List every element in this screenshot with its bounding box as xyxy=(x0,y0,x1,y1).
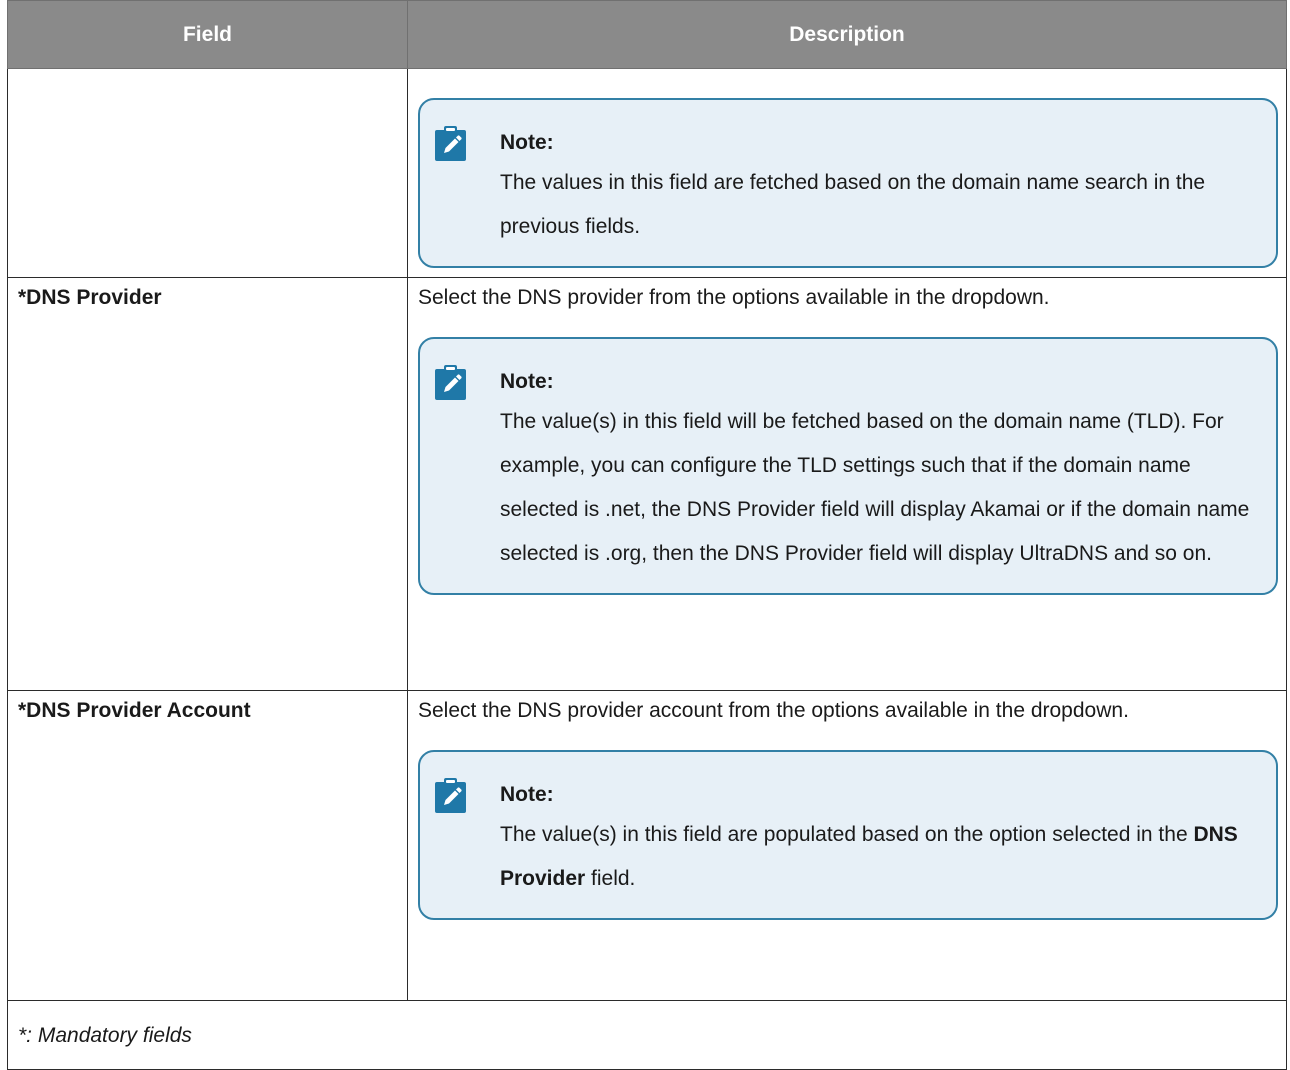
header-field: Field xyxy=(7,0,408,69)
description-cell: Note: The values in this field are fetch… xyxy=(407,68,1287,278)
note-title: Note: xyxy=(500,783,554,806)
description-text: Select the DNS provider from the options… xyxy=(418,286,1050,309)
description-cell: Select the DNS provider account from the… xyxy=(407,690,1287,1001)
field-cell: *DNS Provider Account xyxy=(7,690,408,1001)
note-text: The value(s) in this field are populated… xyxy=(500,813,1252,901)
header-description: Description xyxy=(407,0,1287,69)
table-row: *DNS Provider Account Select the DNS pro… xyxy=(7,690,1287,1001)
table-row: *DNS Provider Select the DNS provider fr… xyxy=(7,277,1287,691)
pencil-edit-icon xyxy=(435,126,466,161)
note-text: The values in this field are fetched bas… xyxy=(500,171,1206,238)
note-text-before: The value(s) in this field are populated… xyxy=(500,823,1194,846)
fields-table: Field Description Note: The values in th… xyxy=(7,0,1287,1070)
table-row: Note: The values in this field are fetch… xyxy=(7,68,1287,278)
note-text-after: field. xyxy=(585,867,636,890)
note-box: Note: The values in this field are fetch… xyxy=(418,98,1278,268)
field-cell: *DNS Provider xyxy=(7,277,408,691)
field-name xyxy=(18,69,397,70)
note-box: Note: The value(s) in this field will be… xyxy=(418,337,1278,595)
field-name: *DNS Provider Account xyxy=(18,699,251,722)
field-name: *DNS Provider xyxy=(18,286,162,309)
field-cell xyxy=(7,68,408,278)
mandatory-footnote: *: Mandatory fields xyxy=(7,1000,1287,1070)
description-text: Select the DNS provider account from the… xyxy=(418,699,1129,722)
table-header-row: Field Description xyxy=(7,0,1287,69)
description-cell: Select the DNS provider from the options… xyxy=(407,277,1287,691)
note-title: Note: xyxy=(500,370,554,393)
pencil-edit-icon xyxy=(435,365,466,400)
pencil-edit-icon xyxy=(435,778,466,813)
footnote-row: *: Mandatory fields xyxy=(7,1000,1287,1070)
note-text: The value(s) in this field will be fetch… xyxy=(500,410,1250,565)
note-box: Note: The value(s) in this field are pop… xyxy=(418,750,1278,920)
note-title: Note: xyxy=(500,131,554,154)
